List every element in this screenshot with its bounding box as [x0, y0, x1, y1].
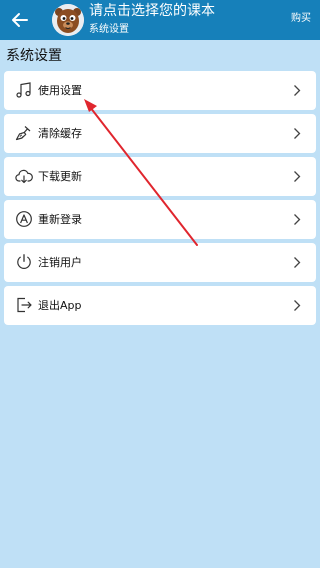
- book-select-title[interactable]: 请点击选择您的课本: [89, 3, 215, 20]
- settings-list: 使用设置 清除缓存 下载更新 重新登录 注销用户 退出App: [4, 71, 316, 329]
- menu-item-label: 注销用户: [38, 256, 82, 269]
- cloud-download-icon: [15, 169, 33, 184]
- menu-item-relogin[interactable]: 重新登录: [4, 200, 316, 239]
- menu-item-label: 退出App: [38, 299, 82, 312]
- menu-item-clear-cache[interactable]: 清除缓存: [4, 114, 316, 153]
- bear-avatar-icon: [52, 4, 84, 36]
- chevron-right-icon: [294, 257, 301, 268]
- chevron-right-icon: [294, 300, 301, 311]
- chevron-right-icon: [294, 214, 301, 225]
- back-arrow-icon[interactable]: [8, 8, 32, 32]
- app-bar: 请点击选择您的课本 系统设置 购买: [0, 0, 320, 40]
- menu-item-label: 下载更新: [38, 170, 82, 183]
- music-note-icon: [16, 82, 31, 98]
- menu-item-usage-settings[interactable]: 使用设置: [4, 71, 316, 110]
- chevron-right-icon: [294, 171, 301, 182]
- menu-item-label: 使用设置: [38, 84, 82, 97]
- menu-item-label: 清除缓存: [38, 127, 82, 140]
- power-icon: [17, 254, 31, 269]
- chevron-right-icon: [294, 128, 301, 139]
- broom-icon: [15, 126, 31, 141]
- avatar[interactable]: [52, 4, 84, 36]
- menu-item-exit-app[interactable]: 退出App: [4, 286, 316, 325]
- menu-item-label: 重新登录: [38, 213, 82, 226]
- menu-item-download-update[interactable]: 下载更新: [4, 157, 316, 196]
- menu-item-logout-user[interactable]: 注销用户: [4, 243, 316, 282]
- logout-icon: [17, 297, 32, 313]
- buy-button[interactable]: 购买: [291, 13, 311, 25]
- page-subtitle: 系统设置: [89, 24, 129, 35]
- account-circle-icon: [16, 211, 32, 227]
- section-title: 系统设置: [6, 48, 62, 64]
- chevron-right-icon: [294, 85, 301, 96]
